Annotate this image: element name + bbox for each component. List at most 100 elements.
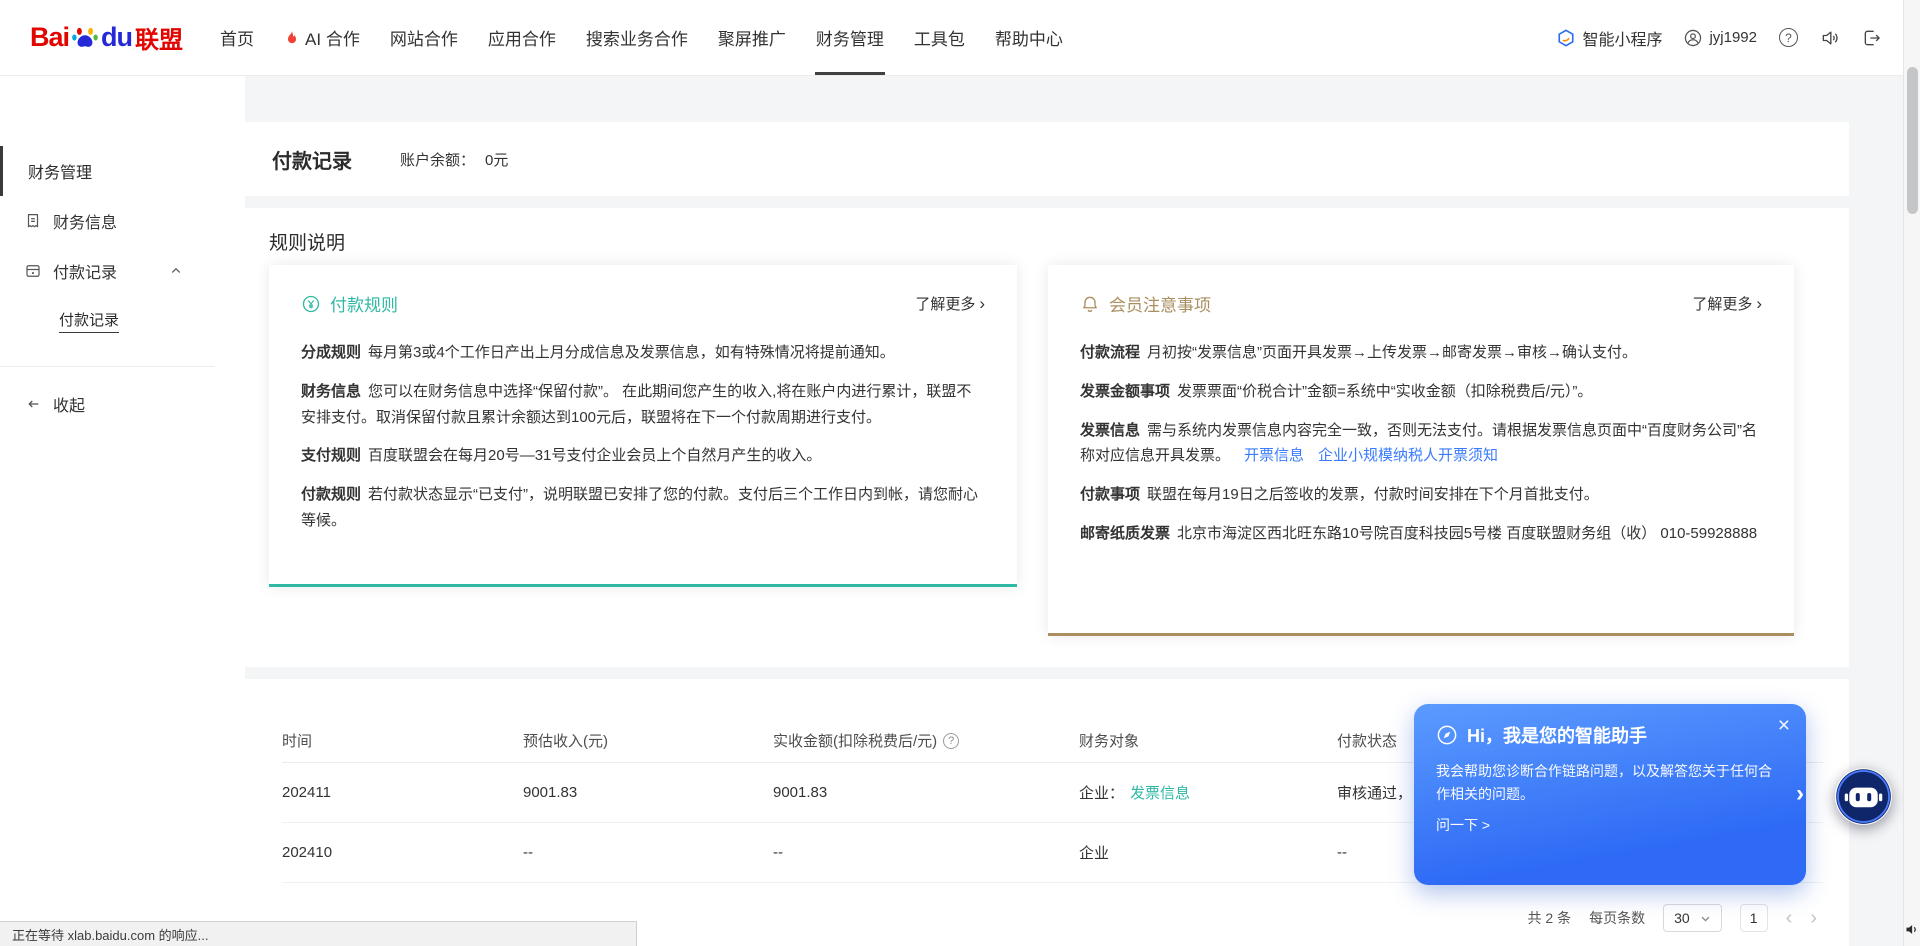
sound-icon[interactable]: [1820, 28, 1840, 48]
nav-search-business[interactable]: 搜索业务合作: [571, 0, 703, 75]
invoice-info-link[interactable]: 开票信息: [1244, 447, 1304, 464]
small-taxpayer-notice-link[interactable]: 企业小规模纳税人开票须知: [1318, 447, 1498, 464]
close-icon[interactable]: ×: [1778, 714, 1790, 738]
logo-text-union: 联盟: [135, 20, 183, 55]
sidebar-section-finance-management[interactable]: 财务管理: [0, 146, 245, 196]
per-page-label: 每页条数: [1589, 908, 1645, 928]
rule-item-finance-info: 财务信息您可以在财务信息中选择“保留付款”。 在此期间您产生的收入,将在账户内进…: [301, 379, 985, 431]
chevron-right-icon: ›: [1756, 295, 1762, 312]
nav-website-cooperation[interactable]: 网站合作: [375, 0, 473, 75]
user-account[interactable]: jyj1992: [1684, 29, 1757, 47]
payment-rules-icon: [301, 294, 321, 314]
flame-icon: [284, 30, 300, 46]
baidu-union-logo[interactable]: Bai du 联盟: [30, 20, 183, 55]
help-icon[interactable]: ?: [1779, 28, 1798, 47]
member-notes-card-header: 会员注意事项 了解更多 ›: [1080, 291, 1762, 316]
payment-rules-more-link[interactable]: 了解更多 ›: [915, 293, 985, 314]
page-title: 付款记录: [272, 145, 352, 174]
topnav-right-cluster: 智能小程序 jyj1992 ?: [1557, 26, 1882, 50]
nav-app-cooperation[interactable]: 应用合作: [473, 0, 571, 75]
payment-rules-body: 分成规则每月第3或4个工作日产出上月分成信息及发票信息，如有特殊情况将提前通知。…: [301, 340, 985, 534]
ask-now-link[interactable]: 问一下 >: [1436, 815, 1784, 835]
finance-info-icon: [24, 212, 42, 230]
nav-finance-management[interactable]: 财务管理: [801, 0, 899, 75]
assistant-popup-title: Hi，我是您的智能助手: [1467, 722, 1647, 748]
assistant-fab-button[interactable]: [1835, 768, 1892, 825]
browser-status-bar: 正在等待 xlab.baidu.com 的响应...: [0, 921, 637, 946]
collapse-icon: [24, 395, 42, 413]
logo-text-bai: Bai: [30, 22, 69, 53]
payment-records-icon: [24, 262, 42, 280]
payment-rules-title: 付款规则: [330, 291, 398, 316]
cell-entity: 企业: [1079, 842, 1337, 863]
member-notes-card: 会员注意事项 了解更多 › 付款流程月初按“发票信息”页面开具发票→上传发票→邮…: [1048, 265, 1794, 636]
page-header: 付款记录 账户余额： 0元: [245, 122, 1849, 196]
col-estimated-income: 预估收入(元): [523, 730, 773, 751]
info-icon[interactable]: ?: [943, 733, 959, 749]
rule-item-invoice-info: 发票信息需与系统内发票信息内容完全一致，否则无法支付。请根据发票信息页面中“百度…: [1080, 418, 1762, 470]
main-nav: 首页 AI 合作 网站合作 应用合作 搜索业务合作 聚屏推广 财务管理 工具包 …: [205, 0, 1078, 75]
per-page-select[interactable]: 30: [1663, 904, 1722, 932]
assistant-popup-body: 我会帮助您诊断合作链路问题，以及解答您关于任何合作相关的问题。: [1436, 760, 1772, 805]
cell-estimated: 9001.83: [523, 784, 773, 801]
member-notes-body: 付款流程月初按“发票信息”页面开具发票→上传发票→邮寄发票→审核→确认支付。 发…: [1080, 340, 1762, 547]
rule-item-pay-rule: 支付规则百度联盟会在每月20号—31号支付企业会员上个自然月产生的收入。: [301, 443, 985, 469]
col-actual-amount: 实收金额(扣除税费后/元) ?: [773, 730, 1079, 751]
rule-item-payment-matter: 付款事项联盟在每月19日之后签收的发票，付款时间安排在下个月首批支付。: [1080, 482, 1762, 508]
next-page-icon[interactable]: ›: [1810, 908, 1817, 928]
assistant-popup: Hi，我是您的智能助手 × 我会帮助您诊断合作链路问题，以及解答您关于任何合作相…: [1414, 704, 1806, 885]
balance-value: 0元: [485, 149, 508, 170]
cell-actual: 9001.83: [773, 784, 1079, 801]
logout-icon[interactable]: [1862, 28, 1882, 48]
col-time: 时间: [282, 730, 523, 751]
cell-time: 202410: [282, 844, 523, 861]
invoice-info-table-link[interactable]: 发票信息: [1130, 782, 1190, 803]
sidebar-item-payment-records[interactable]: 付款记录: [0, 246, 245, 296]
sidebar-section-title: 财务管理: [28, 159, 92, 183]
smart-miniapp-link[interactable]: 智能小程序: [1557, 26, 1662, 50]
rule-item-sharing: 分成规则每月第3或4个工作日产出上月分成信息及发票信息，如有特殊情况将提前通知。: [301, 340, 985, 366]
user-icon: [1684, 29, 1702, 47]
popup-arrow-icon[interactable]: ›: [1796, 780, 1804, 808]
media-icon: [1904, 922, 1919, 942]
sidebar-collapse-button[interactable]: 收起: [0, 379, 245, 429]
top-navigation: Bai du 联盟 首页 AI 合作 网站合作 应用合作 搜索业务合作 聚屏推广…: [0, 0, 1920, 76]
balance-label: 账户余额：: [400, 149, 475, 170]
nav-home[interactable]: 首页: [205, 0, 269, 75]
account-balance: 账户余额： 0元: [400, 149, 508, 170]
scrollbar-thumb[interactable]: [1907, 67, 1918, 214]
robot-icon: [1835, 768, 1892, 825]
rule-item-invoice-amount: 发票金额事项发票票面“价税合计”金额=系统中“实收金额（扣除税费后/元）”。: [1080, 379, 1762, 405]
miniapp-icon: [1557, 29, 1575, 47]
username: jyj1992: [1709, 29, 1757, 46]
cell-entity: 企业： 发票信息: [1079, 782, 1337, 803]
assistant-popup-header: Hi，我是您的智能助手: [1436, 722, 1784, 748]
sidebar-divider: [0, 366, 215, 367]
cell-estimated: --: [523, 844, 773, 861]
chevron-up-icon: [170, 265, 182, 277]
page-scrollbar[interactable]: [1903, 0, 1920, 946]
member-notes-more-link[interactable]: 了解更多 ›: [1692, 293, 1762, 314]
rules-section-title: 规则说明: [269, 228, 1794, 255]
rule-item-payment-flow: 付款流程月初按“发票信息”页面开具发票→上传发票→邮寄发票→审核→确认支付。: [1080, 340, 1762, 366]
paw-icon: [71, 24, 99, 52]
page-number-current[interactable]: 1: [1740, 904, 1768, 932]
nav-toolkit[interactable]: 工具包: [899, 0, 980, 75]
nav-help-center[interactable]: 帮助中心: [980, 0, 1078, 75]
sidebar-item-finance-info[interactable]: 财务信息: [0, 196, 245, 246]
total-count: 共 2 条: [1528, 908, 1572, 928]
nav-juping-promotion[interactable]: 聚屏推广: [703, 0, 801, 75]
chevron-right-icon: ›: [979, 295, 985, 312]
browser-status-text: 正在等待 xlab.baidu.com 的响应...: [12, 925, 209, 944]
rules-section: 规则说明 付款规则 了解更多 › 分成规则每月第3或4个工作日产出上月分成信息及…: [245, 208, 1849, 667]
cell-time: 202411: [282, 784, 523, 801]
rule-item-mailing-address: 邮寄纸质发票北京市海淀区西北旺东路10号院百度科技园5号楼 百度联盟财务组（收）…: [1080, 521, 1762, 547]
compass-icon: [1436, 724, 1458, 746]
member-notes-icon: [1080, 294, 1100, 314]
prev-page-icon[interactable]: ‹: [1786, 908, 1793, 928]
payment-rules-card: 付款规则 了解更多 › 分成规则每月第3或4个工作日产出上月分成信息及发票信息，…: [269, 265, 1017, 587]
col-finance-entity: 财务对象: [1079, 730, 1337, 751]
logo-text-du: du: [101, 22, 132, 53]
nav-ai-cooperation[interactable]: AI 合作: [269, 0, 375, 75]
sidebar-subitem-payment-records[interactable]: 付款记录: [0, 296, 245, 346]
